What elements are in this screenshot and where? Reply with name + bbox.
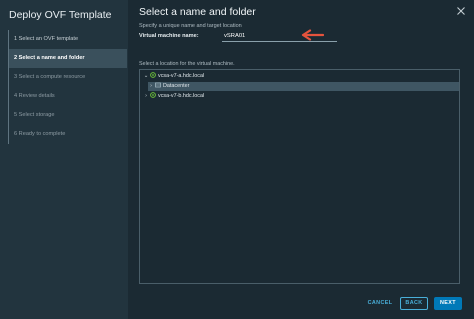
- vcenter-icon: [150, 72, 156, 78]
- tree-item-label: vcsa-v7-b.hdc.local: [158, 93, 205, 99]
- chevron-down-icon[interactable]: ⌄: [143, 72, 149, 81]
- tree-item-vcsa-a[interactable]: ⌄ vcsa-v7-a.hdc.local: [143, 72, 204, 81]
- step-ready-to-complete: 6 Ready to complete: [14, 131, 66, 137]
- next-button[interactable]: NEXT: [434, 297, 462, 310]
- instruction-text: Specify a unique name and target locatio…: [139, 23, 242, 29]
- step-select-compute-resource: 3 Select a compute resource: [14, 74, 86, 80]
- chevron-right-icon[interactable]: ›: [143, 92, 149, 101]
- step-select-ovf-template[interactable]: 1 Select an OVF template: [9, 30, 127, 49]
- close-icon[interactable]: [456, 6, 466, 16]
- chevron-right-icon[interactable]: ›: [148, 82, 154, 91]
- step-select-name-and-folder[interactable]: 2 Select a name and folder: [9, 49, 127, 68]
- wizard-content: Select a name and folder Specify a uniqu…: [128, 0, 474, 319]
- tree-item-label: vcsa-v7-a.hdc.local: [158, 73, 205, 79]
- wizard-steps: 1 Select an OVF template 2 Select a name…: [8, 30, 127, 144]
- vcenter-icon: [150, 92, 156, 98]
- step-select-storage: 5 Select storage: [14, 112, 55, 118]
- wizard-title: Deploy OVF Template: [9, 9, 112, 21]
- page-title: Select a name and folder: [139, 6, 256, 18]
- cancel-button[interactable]: CANCEL: [360, 297, 400, 310]
- tree-item-label: Datacenter: [163, 83, 190, 89]
- tree-item-datacenter[interactable]: › Datacenter: [148, 82, 459, 91]
- vm-name-label: Virtual machine name:: [139, 33, 199, 39]
- location-label: Select a location for the virtual machin…: [139, 61, 235, 67]
- tree-item-vcsa-b[interactable]: › vcsa-v7-b.hdc.local: [143, 92, 204, 101]
- back-button[interactable]: BACK: [400, 297, 428, 310]
- datacenter-icon: [155, 82, 161, 88]
- annotation-arrow-icon: [301, 29, 324, 41]
- step-review-details: 4 Review details: [14, 93, 55, 99]
- folder-tree: ⌄ vcsa-v7-a.hdc.local › Datacenter › vcsa-v…: [139, 69, 460, 284]
- wizard-sidebar: Deploy OVF Template 1 Select an OVF temp…: [0, 0, 128, 319]
